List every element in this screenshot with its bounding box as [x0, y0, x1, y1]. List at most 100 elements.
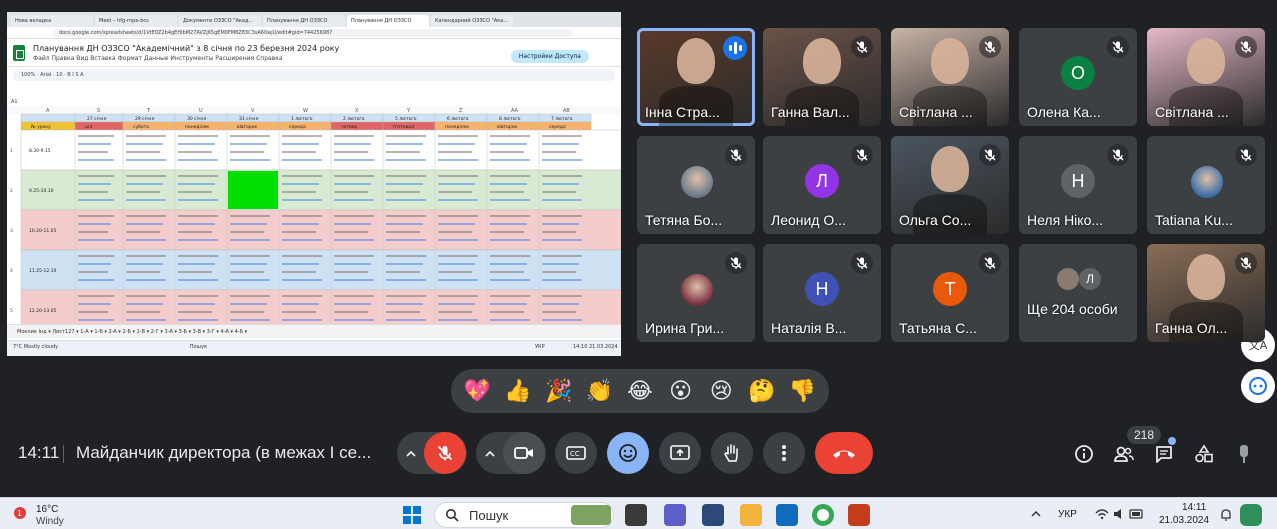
reaction-emoji-button[interactable]: 🤔 [747, 376, 777, 406]
clock-date: 21.03.2024 [1159, 515, 1210, 526]
cell-text-placeholder [178, 279, 218, 281]
participant-tile[interactable]: Тетяна Бо... [637, 136, 755, 234]
reaction-emoji-button[interactable]: 👎 [788, 376, 818, 406]
cell-text-placeholder [438, 175, 478, 177]
reaction-emoji-button[interactable]: 💖 [462, 376, 492, 406]
participant-tile[interactable]: Ольга Со... [891, 136, 1009, 234]
chrome-icon[interactable] [812, 504, 834, 526]
reaction-emoji-button[interactable]: 😮 [666, 376, 696, 406]
cell-text-placeholder [386, 135, 426, 137]
cell-text-placeholder [542, 159, 582, 161]
file-explorer-icon[interactable] [740, 504, 762, 526]
cell-text-placeholder [490, 231, 524, 233]
meeting-info-button[interactable] [1070, 440, 1098, 468]
teams-icon[interactable] [664, 504, 686, 526]
mic-toggle-button[interactable] [424, 432, 466, 474]
header-date-text: 6 лютого [447, 116, 469, 122]
reaction-emoji-button[interactable]: 👍 [503, 376, 533, 406]
cell-text-placeholder [178, 223, 215, 225]
leave-call-button[interactable] [815, 432, 873, 474]
taskbar-search[interactable]: Пошук [434, 502, 614, 528]
column-letter: S [97, 108, 100, 114]
cell-text-placeholder [490, 143, 527, 145]
chat-icon [1156, 446, 1172, 463]
notification-bell-icon[interactable] [1220, 508, 1232, 525]
cell-text-placeholder [126, 135, 166, 137]
cell-text-placeholder [334, 319, 374, 321]
captions-button[interactable]: CC [555, 432, 597, 474]
windows-start-button[interactable] [401, 504, 423, 526]
task-view-icon[interactable] [625, 504, 647, 526]
reaction-emoji-button[interactable]: 🎉 [544, 376, 574, 406]
cell-text-placeholder [282, 135, 322, 137]
more-options-button[interactable] [763, 432, 805, 474]
tray-icons[interactable] [1094, 507, 1146, 524]
cell-text-placeholder [78, 295, 114, 297]
participant-tile[interactable]: Л Леонид О... [763, 136, 881, 234]
office-app-icon[interactable] [702, 504, 724, 526]
participant-name: Неля Ніко... [1027, 212, 1104, 228]
clock-time: 14:11 [1182, 502, 1207, 513]
language-indicator[interactable]: УКР [1058, 509, 1077, 520]
participant-tile[interactable]: Світлана ... [1147, 28, 1265, 126]
cell-text-placeholder [78, 159, 114, 161]
participant-tile[interactable]: Tatiana Ku... [1147, 136, 1265, 234]
column-letter: V [251, 108, 255, 114]
cell-text-placeholder [438, 255, 478, 257]
cell-text-placeholder [178, 271, 212, 273]
shared-screen[interactable]: Нова вкладка Meet – hfg-rnpe-bcs Документи… [7, 12, 621, 356]
muted-indicator [851, 144, 873, 166]
participant-tile[interactable]: Т Татьяна С... [891, 244, 1009, 342]
cell-text-placeholder [386, 223, 423, 225]
cell-text-placeholder [78, 311, 108, 313]
cell-text-placeholder [334, 151, 368, 153]
participant-tile[interactable]: Н Неля Ніко... [1019, 136, 1137, 234]
cell-text-placeholder [126, 255, 166, 257]
participant-tile[interactable]: О Олена Ка... [1019, 28, 1137, 126]
raise-hand-button[interactable] [711, 432, 753, 474]
reaction-emoji-button[interactable]: 😂 [625, 376, 655, 406]
participant-tile[interactable]: Н Наталія В... [763, 244, 881, 342]
camera-toggle-button[interactable] [503, 432, 545, 474]
cell-text-placeholder [230, 151, 264, 153]
cell-text-placeholder [78, 151, 108, 153]
cell-text-placeholder [542, 311, 576, 313]
emoji-reactions-button[interactable] [607, 432, 649, 474]
reaction-emoji-button[interactable]: 👏 [584, 376, 614, 406]
avatar: Н [805, 272, 839, 306]
mic-options-button[interactable] [397, 440, 425, 468]
host-controls-button[interactable] [1230, 440, 1258, 468]
participant-tile[interactable]: Інна Стра... [637, 28, 755, 126]
meeting-time: 14:11 [18, 443, 60, 462]
cell-text-placeholder [126, 295, 166, 297]
mail-icon[interactable] [776, 504, 798, 526]
cell-text-placeholder [334, 215, 374, 217]
reaction-emoji-button[interactable]: 😢 [706, 376, 736, 406]
gemini-button[interactable] [1241, 369, 1275, 403]
participant-tile[interactable]: Ганна Ол... [1147, 244, 1265, 342]
mic-off-icon [730, 257, 742, 269]
people-button[interactable] [1110, 440, 1138, 468]
cell-text-placeholder [490, 199, 530, 201]
video-feed [1187, 254, 1225, 300]
participant-tile[interactable]: Л Ще 204 особи [1019, 244, 1137, 342]
activities-button[interactable] [1190, 440, 1218, 468]
participant-tile[interactable]: Світлана ... [891, 28, 1009, 126]
camera-options-button[interactable] [476, 440, 504, 468]
participant-tile[interactable]: Ирина Гри... [637, 244, 755, 342]
participant-name: Ганна Ол... [1155, 320, 1228, 336]
participant-tile[interactable]: Ганна Вал... [763, 28, 881, 126]
cell-text-placeholder [178, 143, 215, 145]
muted-indicator [979, 252, 1001, 274]
chevron-up-icon [406, 450, 416, 457]
tray-chevron-icon[interactable] [1030, 509, 1042, 522]
powerpoint-icon[interactable] [848, 504, 870, 526]
cell-text-placeholder [438, 191, 472, 193]
present-screen-button[interactable] [659, 432, 701, 474]
header-weekday-text: середа [549, 125, 566, 130]
mic-off-icon [1240, 149, 1252, 161]
cell-text-placeholder [78, 271, 108, 273]
cell-text-placeholder [126, 183, 163, 185]
cell-text-placeholder [126, 223, 163, 225]
copilot-icon[interactable] [1240, 504, 1262, 526]
